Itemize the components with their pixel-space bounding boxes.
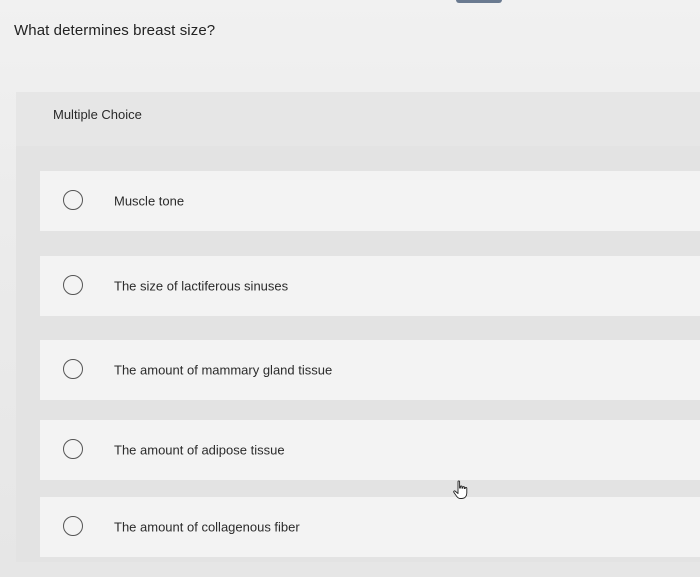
hand-pointer-icon [453, 480, 468, 499]
choice-label: Muscle tone [114, 193, 185, 209]
choice-option-4[interactable]: The amount of adipose tissue [40, 420, 700, 480]
question-type-label: Multiple Choice [53, 107, 142, 122]
choice-label: The size of lactiferous sinuses [114, 278, 289, 294]
choice-label: The amount of adipose tissue [114, 442, 285, 458]
choice-label: The amount of collagenous fiber [114, 519, 300, 535]
choice-option-5[interactable]: The amount of collagenous fiber [40, 497, 700, 557]
top-scroll-indicator [456, 0, 502, 3]
radio-unselected-icon[interactable] [63, 275, 83, 295]
choice-label: The amount of mammary gland tissue [114, 362, 333, 378]
radio-unselected-icon[interactable] [63, 439, 83, 459]
question-panel: Multiple Choice Muscle tone The size of … [16, 92, 700, 562]
radio-unselected-icon[interactable] [63, 359, 83, 379]
choice-option-1[interactable]: Muscle tone [40, 171, 700, 231]
panel-header: Multiple Choice [16, 92, 700, 146]
choice-option-3[interactable]: The amount of mammary gland tissue [40, 340, 700, 400]
choice-option-2[interactable]: The size of lactiferous sinuses [40, 256, 700, 316]
radio-unselected-icon[interactable] [63, 190, 83, 210]
question-text: What determines breast size? [14, 22, 216, 39]
radio-unselected-icon[interactable] [63, 516, 83, 536]
